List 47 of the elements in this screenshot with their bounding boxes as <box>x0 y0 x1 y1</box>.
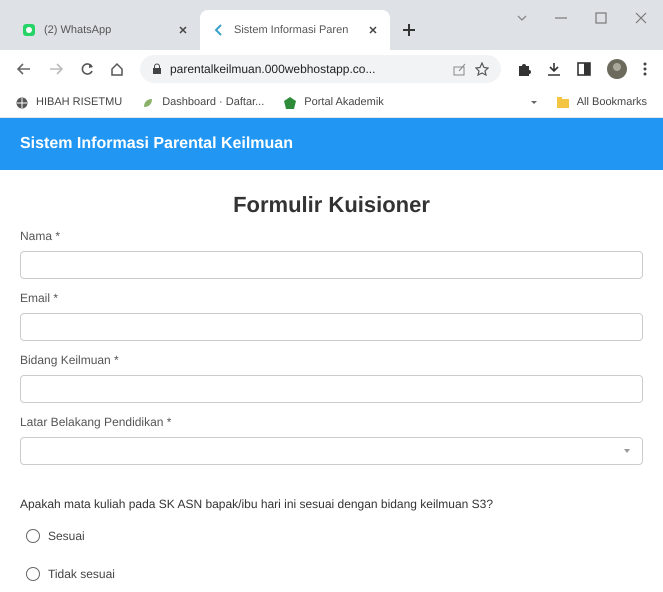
chat-icon <box>22 23 36 37</box>
caret-icon <box>624 449 630 453</box>
form-title: Formulir Kuisioner <box>232 191 431 219</box>
chevron-down-icon[interactable] <box>530 100 537 104</box>
download-icon[interactable] <box>547 62 561 76</box>
field-label: Latar Belakang Pendidikan * <box>20 414 172 431</box>
avatar-icon[interactable] <box>607 59 627 79</box>
site-header: Sistem Informasi Parental Keilmuan <box>0 118 663 170</box>
side-panel-icon[interactable] <box>577 62 591 76</box>
option-label: Tidak sesuai <box>48 566 115 583</box>
address-bar[interactable]: parentalkeilmuan.000webhostapp.co... <box>140 55 501 83</box>
bookmark-link[interactable]: HIBAH RISETMU <box>36 94 122 111</box>
maximize-icon[interactable] <box>595 12 607 24</box>
close-icon[interactable] <box>178 25 188 35</box>
close-icon[interactable] <box>368 25 378 35</box>
bookmark-link[interactable]: All Bookmarks <box>576 94 647 111</box>
field-label: Nama * <box>20 228 62 245</box>
tab-title: (2) WhatsApp <box>44 22 112 38</box>
plus-icon[interactable] <box>402 23 416 37</box>
field-label: Bidang Keilmuan * <box>20 352 120 369</box>
bookmark-link[interactable]: Portal Akademik <box>304 94 384 111</box>
tab-title: Sistem Informasi Paren <box>234 22 350 38</box>
bookmark-link[interactable]: Dashboard · Daftar... <box>162 94 264 111</box>
browser-tab[interactable]: Sistem Informasi Paren <box>200 10 390 50</box>
lock-icon <box>152 63 162 75</box>
input-field[interactable] <box>20 251 643 279</box>
url-text: parentalkeilmuan.000webhostapp.co... <box>170 61 376 78</box>
radio-button[interactable] <box>26 529 40 543</box>
radio-button[interactable] <box>26 567 40 581</box>
badge-icon <box>284 96 296 108</box>
chevron-down-icon[interactable] <box>517 14 527 22</box>
share-icon[interactable] <box>453 62 467 76</box>
globe-icon <box>16 96 28 108</box>
home-icon[interactable] <box>110 62 124 76</box>
input-field[interactable] <box>20 375 643 403</box>
more-icon[interactable] <box>643 62 647 76</box>
star-icon[interactable] <box>475 62 489 76</box>
leaf-icon <box>142 96 154 108</box>
folder-icon <box>556 97 569 108</box>
field-label: Email * <box>20 290 60 307</box>
back-icon[interactable] <box>16 62 32 76</box>
option-label: Sesuai <box>48 528 85 545</box>
input-field[interactable] <box>20 313 643 341</box>
puzzle-icon[interactable] <box>517 62 531 76</box>
browser-tab[interactable]: (2) WhatsApp <box>10 10 200 50</box>
reload-icon[interactable] <box>80 62 94 76</box>
question-text: Apakah mata kuliah pada SK ASN bapak/ibu hari ini sesuai dengan bidang keilmuan S3? <box>20 496 494 513</box>
